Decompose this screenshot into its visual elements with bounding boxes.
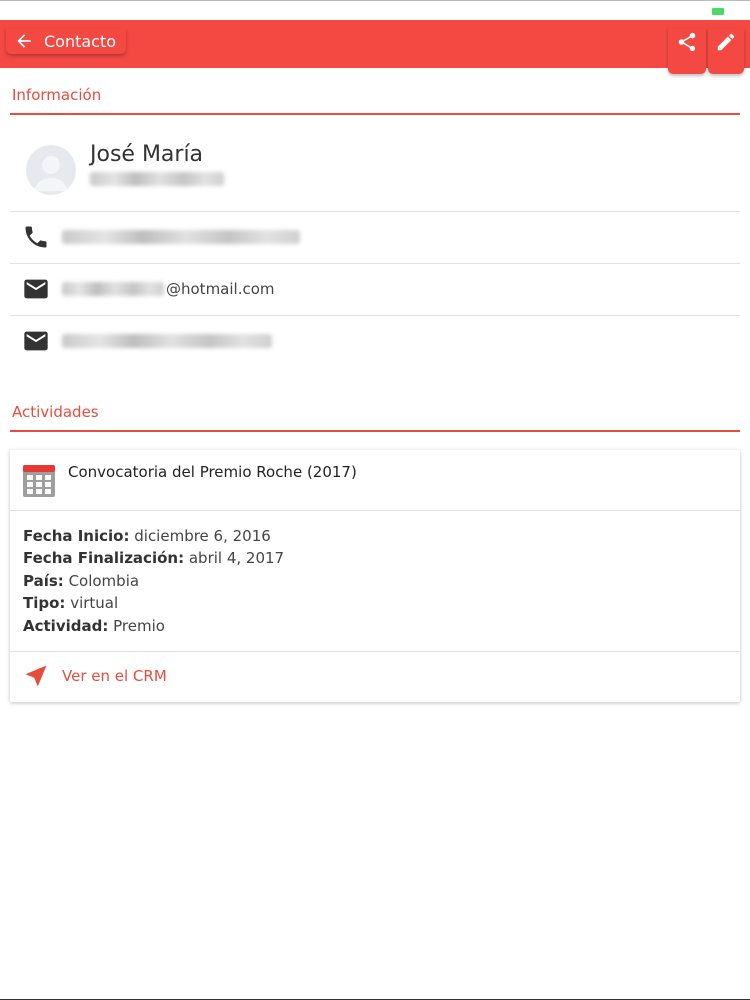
divider <box>10 510 740 511</box>
detail-value: Premio <box>113 617 165 635</box>
phone-icon <box>25 226 47 248</box>
detail-end-date: Fecha Finalización: abril 4, 2017 <box>23 549 284 567</box>
redacted-subtitle <box>90 172 224 186</box>
activity-title: Convocatoria del Premio Roche (2017) <box>68 463 357 481</box>
redacted-email-user <box>62 282 164 296</box>
email-icon <box>24 331 48 351</box>
detail-label: País: <box>23 572 64 590</box>
arrow-left-icon <box>17 34 31 48</box>
section-divider <box>10 430 740 432</box>
avatar <box>26 145 76 195</box>
contact-screen: Contacto Información José María @hotmail… <box>0 0 750 1000</box>
edit-button[interactable] <box>708 28 744 74</box>
user-placeholder-icon <box>34 156 68 191</box>
detail-start-date: Fecha Inicio: diciembre 6, 2016 <box>23 527 271 545</box>
calendar-icon <box>23 465 55 497</box>
detail-type: Tipo: virtual <box>23 594 118 612</box>
divider <box>10 211 740 212</box>
view-in-crm-link[interactable]: Ver en el CRM <box>22 662 167 690</box>
pencil-icon <box>717 33 735 51</box>
email-domain[interactable]: @hotmail.com <box>166 280 275 298</box>
navigation-arrow-icon <box>25 665 47 687</box>
detail-value: diciembre 6, 2016 <box>134 527 271 545</box>
detail-activity: Actividad: Premio <box>23 617 165 635</box>
redacted-phone[interactable] <box>62 230 300 244</box>
view-in-crm-label: Ver en el CRM <box>62 667 167 685</box>
detail-label: Tipo: <box>23 594 66 612</box>
detail-value: virtual <box>70 594 119 612</box>
contact-name: José María <box>90 142 204 167</box>
detail-country: País: Colombia <box>23 572 139 590</box>
battery-icon <box>712 8 724 15</box>
section-title-info: Información <box>12 86 102 104</box>
section-divider <box>10 113 740 115</box>
detail-value: Colombia <box>68 572 140 590</box>
email-icon <box>24 279 48 299</box>
divider <box>10 315 740 316</box>
back-button[interactable]: Contacto <box>6 28 127 54</box>
redacted-email-2[interactable] <box>62 334 272 348</box>
app-bar-title: Contacto <box>44 31 117 51</box>
activity-card: Convocatoria del Premio Roche (2017) Fec… <box>10 450 740 702</box>
detail-label: Fecha Finalización: <box>23 549 185 567</box>
divider <box>10 263 740 264</box>
share-icon <box>678 32 696 52</box>
detail-label: Actividad: <box>23 617 109 635</box>
detail-label: Fecha Inicio: <box>23 527 130 545</box>
share-button[interactable] <box>668 28 706 74</box>
status-bar <box>0 0 750 20</box>
detail-value: abril 4, 2017 <box>188 549 285 567</box>
divider <box>10 651 740 652</box>
section-title-activities: Actividades <box>12 403 99 421</box>
